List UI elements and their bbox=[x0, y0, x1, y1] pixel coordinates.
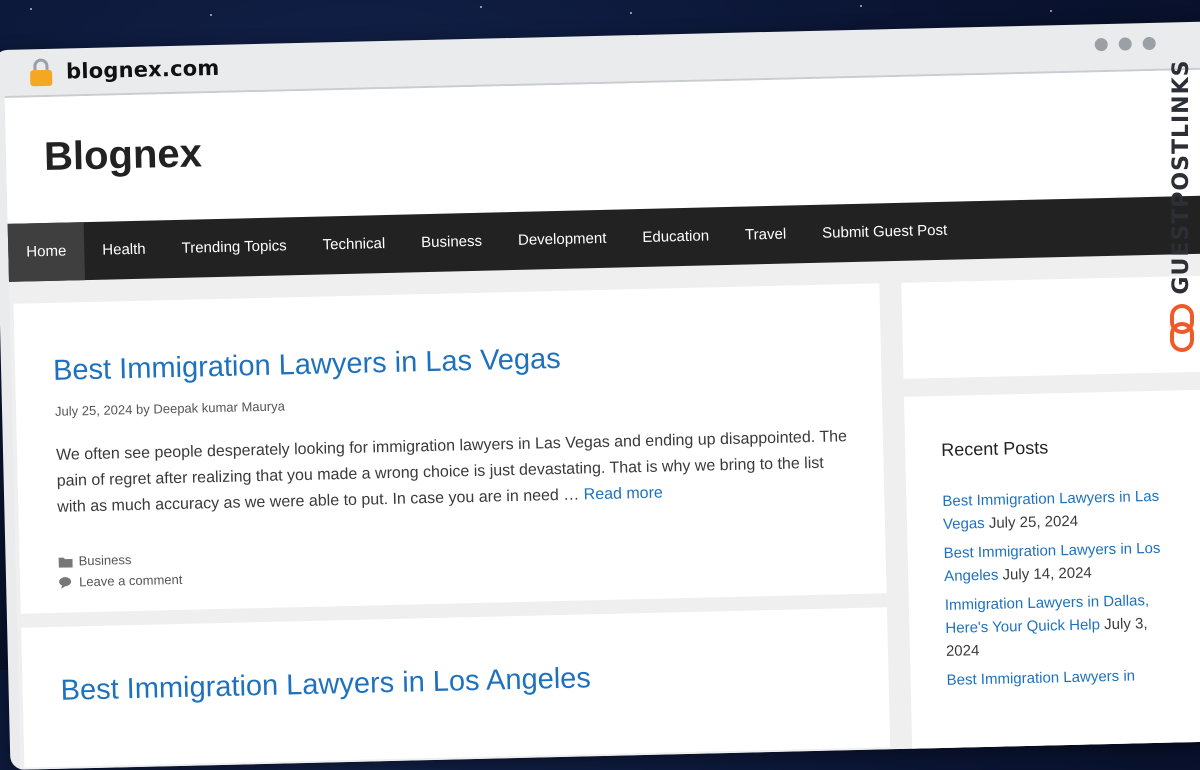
post-meta: July 25, 2024 by Deepak kumar Maurya bbox=[55, 398, 285, 418]
recent-posts-title: Recent Posts bbox=[941, 437, 1049, 461]
guestpostlinks-watermark: GUESTPOSTLINKS bbox=[1167, 52, 1197, 352]
post-by: by bbox=[136, 402, 150, 417]
nav-item-technical[interactable]: Technical bbox=[304, 215, 404, 275]
nav-item-business[interactable]: Business bbox=[403, 212, 501, 272]
category-link[interactable]: Business bbox=[78, 549, 131, 571]
leave-comment-link[interactable]: Leave a comment bbox=[79, 569, 183, 592]
lock-icon bbox=[28, 57, 55, 88]
recent-posts-list: Best Immigration Lawyers in Las Vegas Ju… bbox=[942, 485, 1177, 698]
window-dot[interactable] bbox=[1119, 37, 1132, 50]
recent-post-item: Best Immigration Lawyers in bbox=[946, 663, 1176, 691]
post-excerpt: We often see people desperately looking … bbox=[56, 424, 858, 521]
nav-item-trending-topics[interactable]: Trending Topics bbox=[163, 217, 305, 278]
nav-item-development[interactable]: Development bbox=[499, 209, 625, 270]
nav-item-health[interactable]: Health bbox=[84, 220, 165, 280]
comment-icon bbox=[59, 576, 73, 588]
recent-posts-widget: Recent Posts Best Immigration Lawyers in… bbox=[904, 389, 1200, 770]
post-card: Best Immigration Lawyers in Los Angeles bbox=[21, 607, 890, 767]
browser-frame: blognex.com Blognex Home Health Trending… bbox=[0, 21, 1200, 770]
post-footer: Business Leave a comment bbox=[58, 548, 182, 593]
recent-post-item: Immigration Lawyers in Dallas, Here's Yo… bbox=[945, 589, 1177, 663]
page-viewport: Blognex Home Health Trending Topics Tech… bbox=[5, 67, 1200, 770]
chain-link-icon bbox=[1169, 304, 1195, 352]
recent-post-item: Best Immigration Lawyers in Los Angeles … bbox=[943, 537, 1174, 588]
post-title[interactable]: Best Immigration Lawyers in Las Vegas bbox=[53, 343, 561, 388]
recent-post-item: Best Immigration Lawyers in Las Vegas Ju… bbox=[942, 485, 1173, 536]
nav-item-education[interactable]: Education bbox=[624, 207, 728, 267]
nav-item-travel[interactable]: Travel bbox=[726, 205, 804, 265]
window-dot[interactable] bbox=[1143, 37, 1156, 50]
url-text[interactable]: blognex.com bbox=[66, 56, 220, 84]
recent-post-date: July 14, 2024 bbox=[1002, 564, 1092, 583]
folder-icon bbox=[58, 555, 72, 567]
window-controls bbox=[1095, 37, 1156, 51]
window-dot[interactable] bbox=[1095, 38, 1108, 51]
watermark-text: GUESTPOSTLINKS bbox=[1167, 42, 1197, 312]
site-title[interactable]: Blognex bbox=[44, 131, 203, 180]
post-card: Best Immigration Lawyers in Las Vegas Ju… bbox=[14, 283, 887, 613]
post-author[interactable]: Deepak kumar Maurya bbox=[153, 398, 285, 416]
recent-post-link[interactable]: Best Immigration Lawyers in bbox=[946, 667, 1135, 688]
post-title[interactable]: Best Immigration Lawyers in Los Angeles bbox=[60, 662, 591, 707]
nav-item-submit-guest-post[interactable]: Submit Guest Post bbox=[804, 201, 966, 263]
sidebar-widget-empty bbox=[901, 275, 1200, 379]
nav-item-home[interactable]: Home bbox=[8, 222, 85, 282]
post-excerpt-text: We often see people desperately looking … bbox=[56, 428, 847, 516]
post-date[interactable]: July 25, 2024 bbox=[55, 402, 133, 419]
browser-window: blognex.com Blognex Home Health Trending… bbox=[0, 0, 1200, 684]
read-more-link[interactable]: Read more bbox=[583, 485, 663, 504]
recent-post-date: July 25, 2024 bbox=[989, 513, 1079, 532]
